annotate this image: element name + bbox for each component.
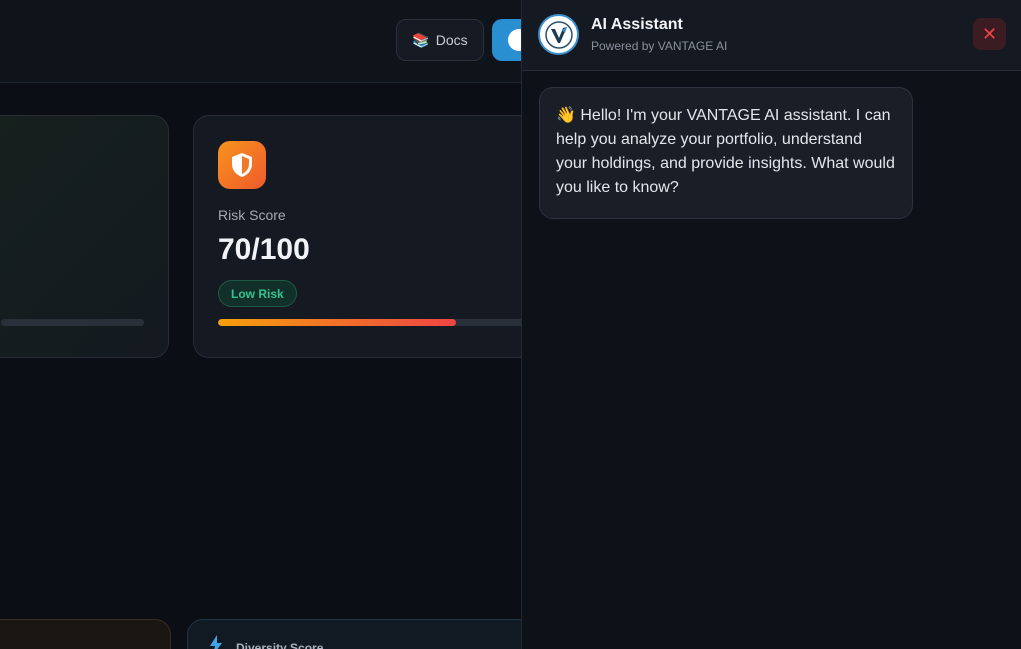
diversity-score-label: Diversity Score — [236, 641, 324, 649]
risk-score-card: Risk Score 70/100 Low Risk — [193, 115, 558, 358]
shield-icon — [218, 141, 266, 189]
ai-panel-subtitle: Powered by VANTAGE AI — [591, 39, 728, 53]
bolt-icon — [210, 635, 222, 649]
risk-score-value: 70/100 — [218, 233, 310, 266]
vantage-logo-icon — [538, 14, 579, 55]
ai-assistant-panel: AI Assistant Powered by VANTAGE AI ✕ 👋 H… — [521, 0, 1021, 649]
summary-card-partial — [0, 115, 169, 358]
ai-panel-title: AI Assistant — [591, 16, 683, 33]
books-icon: 📚 — [412, 31, 430, 48]
assistant-message: 👋 Hello! I'm your VANTAGE AI assistant. … — [539, 87, 913, 219]
close-icon[interactable]: ✕ — [973, 18, 1006, 50]
risk-progress-track — [218, 319, 558, 326]
docs-button-label: Docs — [435, 32, 468, 48]
diversity-score-card: Diversity Score — [187, 619, 547, 649]
summary-progress-track — [1, 319, 144, 326]
risk-score-label: Risk Score — [218, 207, 286, 223]
risk-level-badge: Low Risk — [218, 280, 297, 307]
docs-button[interactable]: 📚 Docs — [396, 19, 484, 61]
bottom-card-partial — [0, 619, 171, 649]
ai-panel-header: AI Assistant Powered by VANTAGE AI ✕ — [522, 0, 1021, 71]
risk-progress-fill — [218, 319, 456, 326]
